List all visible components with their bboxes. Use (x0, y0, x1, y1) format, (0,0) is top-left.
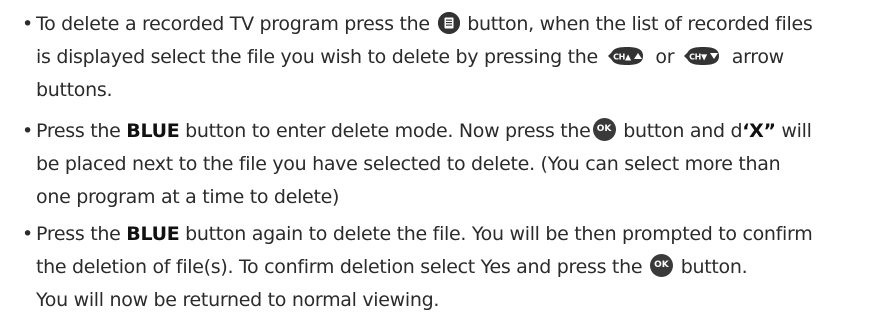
ok-button-icon: OK (592, 118, 616, 141)
text-line: To delete a recorded TV program press th… (36, 12, 813, 35)
svg-text:CH▼: CH▼ (689, 53, 708, 62)
text-line: is displayed select the file you wish to… (36, 44, 784, 68)
text-line: the deletion of file(s). To confirm dele… (36, 254, 748, 278)
text-line: be placed next to the file you have sele… (36, 153, 781, 175)
blue-button-label: BLUE (126, 120, 180, 142)
recorded-list-button-icon (437, 12, 460, 34)
bullet-text: To delete a recorded TV program press th… (36, 8, 882, 107)
text-line: You will now be returned to normal viewi… (36, 289, 440, 311)
text-line: buttons. (36, 79, 113, 101)
bullet-point: • (22, 223, 33, 245)
ok-button-icon: OK (649, 254, 673, 277)
x-mark-label: ‘X” (742, 120, 776, 142)
text-line: Press the BLUE button to enter delete mo… (36, 118, 812, 142)
instruction-page: • To delete a recorded TV program press … (0, 0, 895, 322)
svg-text:CH▲: CH▲ (613, 53, 632, 62)
channel-up-arrow-icon: CH▲ (607, 44, 647, 65)
blue-button-label: BLUE (126, 223, 180, 245)
text-line: one program at a time to delete) (36, 186, 340, 208)
text-line: Press the BLUE button again to delete th… (36, 223, 813, 245)
bullet-text: Press the BLUE button to enter delete mo… (36, 115, 882, 214)
bullet-point: • (22, 120, 33, 142)
bullet-point: • (22, 13, 33, 35)
channel-down-arrow-icon: CH▼ (683, 44, 723, 65)
bullet-text: Press the BLUE button again to delete th… (36, 218, 882, 317)
